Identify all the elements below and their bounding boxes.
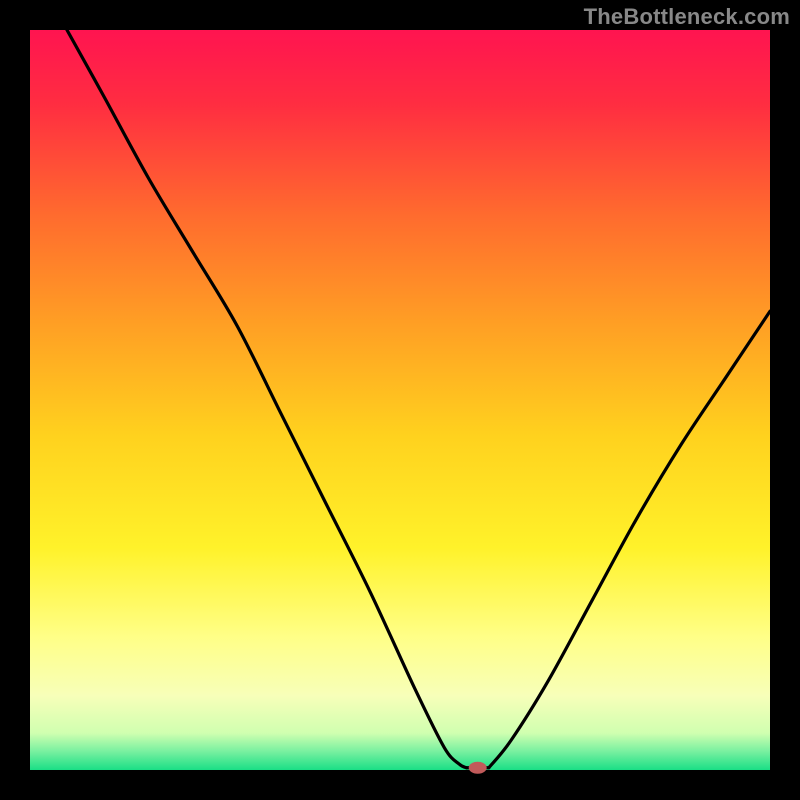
watermark-text: TheBottleneck.com [584,4,790,30]
chart-container: TheBottleneck.com [0,0,800,800]
minimum-marker [469,762,487,774]
bottleneck-chart [0,0,800,800]
